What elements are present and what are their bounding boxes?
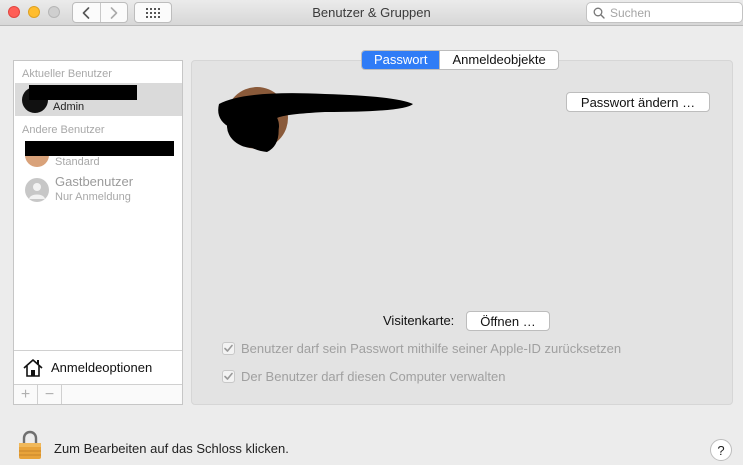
redacted-user-name: [29, 85, 137, 100]
checkbox-admin-row: Der Benutzer darf diesen Computer verwal…: [222, 369, 505, 384]
apple-id-reset-checkbox[interactable]: [222, 342, 235, 355]
lock-icon[interactable]: [17, 430, 43, 460]
tab-login-items[interactable]: Anmeldeobjekte: [439, 51, 557, 69]
login-options-label: Anmeldeoptionen: [51, 360, 153, 375]
open-business-card-button[interactable]: Öffnen …: [466, 311, 550, 331]
remove-user-button[interactable]: −: [38, 385, 62, 404]
lock-hint-text: Zum Bearbeiten auf das Schloss klicken.: [54, 441, 289, 456]
checkbox-apple-id-reset-row: Benutzer darf sein Passwort mithilfe sei…: [222, 341, 621, 356]
checkmark-icon: [224, 372, 233, 380]
allow-admin-checkbox[interactable]: [222, 370, 235, 383]
checkmark-icon: [224, 344, 233, 352]
user-role-label: Admin: [53, 101, 85, 113]
add-user-button[interactable]: +: [14, 385, 38, 404]
user-list-sidebar: Aktueller Benutzer Admin Andere Benutzer…: [13, 60, 183, 405]
allow-admin-label: Der Benutzer darf diesen Computer verwal…: [241, 369, 506, 384]
guest-user-name: Gastbenutzer: [55, 174, 134, 189]
sidebar-action-bar: + −: [14, 384, 182, 404]
redacted-user-picture: [218, 87, 413, 152]
search-input[interactable]: [610, 5, 730, 20]
user-item-standard[interactable]: Standard: [15, 137, 182, 171]
login-options-item[interactable]: Anmeldeoptionen: [14, 350, 182, 384]
segmented-tab-control: Passwort Anmeldeobjekte: [361, 50, 559, 70]
user-item-current[interactable]: Admin: [15, 83, 182, 116]
search-field[interactable]: [586, 2, 743, 23]
current-user-header: Aktueller Benutzer: [22, 68, 112, 80]
title-bar: Benutzer & Gruppen: [0, 0, 743, 26]
apple-id-reset-label: Benutzer darf sein Passwort mithilfe sei…: [241, 341, 622, 356]
redacted-user-name: [25, 141, 174, 156]
change-password-button[interactable]: Passwort ändern …: [566, 92, 710, 112]
user-item-guest[interactable]: Gastbenutzer Nur Anmeldung: [15, 173, 182, 207]
business-card-label: Visitenkarte:: [383, 313, 455, 328]
help-button[interactable]: ?: [710, 439, 732, 461]
search-icon: [593, 7, 605, 19]
user-role-label: Standard: [55, 156, 100, 168]
guest-user-icon: [25, 178, 49, 202]
user-role-label: Nur Anmeldung: [55, 191, 131, 203]
house-icon: [23, 358, 43, 377]
other-users-header: Andere Benutzer: [22, 124, 105, 136]
tab-password[interactable]: Passwort: [362, 51, 440, 69]
